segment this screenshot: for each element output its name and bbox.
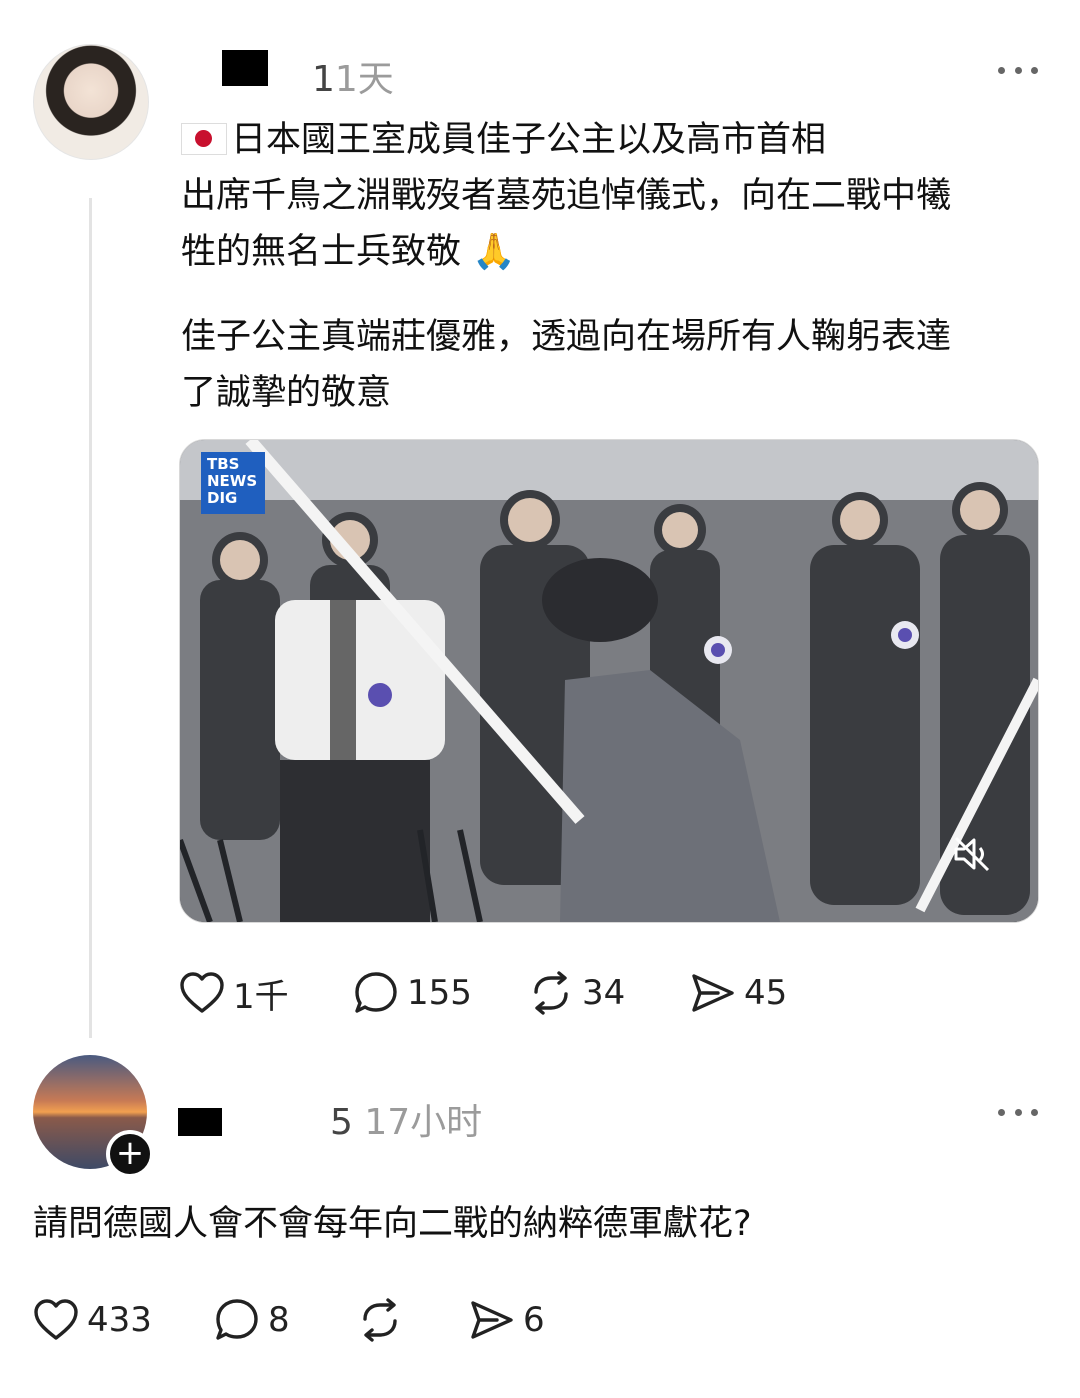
- post-text-line-2: 出席千鳥之淵戰歿者墓苑追悼儀式，向在二戰中犧: [181, 176, 952, 216]
- post-time-value: 1天: [334, 59, 394, 100]
- redacted-username: [222, 50, 268, 86]
- send-icon: [471, 1301, 513, 1339]
- repost-icon: [534, 971, 568, 1015]
- share-count: 45: [744, 973, 788, 1013]
- author-avatar[interactable]: [33, 44, 149, 160]
- thread-line: [89, 198, 92, 1038]
- comment-button[interactable]: 155: [353, 968, 472, 1018]
- post-text-line-3: 牲的無名士兵致敬 🙏: [181, 232, 516, 272]
- more-options-icon[interactable]: [998, 65, 1038, 75]
- like-button[interactable]: 1千: [179, 968, 289, 1018]
- post-text-line-4: 佳子公主真端莊優雅，透過向在場所有人鞠躬表達: [181, 317, 952, 357]
- share-button[interactable]: 45: [690, 968, 787, 1018]
- reply-comment-count: 8: [268, 1300, 290, 1340]
- japan-flag-icon: [181, 123, 227, 155]
- reply-like-count: 433: [87, 1300, 152, 1340]
- follow-plus-button[interactable]: +: [106, 1130, 154, 1178]
- repost-button[interactable]: 34: [528, 968, 625, 1018]
- like-count: 1千: [233, 976, 289, 1017]
- comment-bubble-icon: [216, 1299, 258, 1340]
- reply-text: 請問德國人會不會每年向二戰的納粹德軍獻花?: [33, 1204, 752, 1244]
- reply-time-prefix: 5: [330, 1102, 353, 1143]
- reply-time: 5 17小时: [330, 1093, 482, 1145]
- reply-comment-button[interactable]: 8: [214, 1295, 290, 1345]
- reply-repost-button[interactable]: [357, 1295, 403, 1345]
- repost-icon: [363, 1298, 397, 1342]
- post-text-line-1: 日本國王室成員佳子公主以及高市首相: [181, 112, 826, 168]
- comment-bubble-icon: [355, 972, 397, 1013]
- post-time: 11天: [312, 50, 394, 102]
- post-text-line-1-content: 日本國王室成員佳子公主以及高市首相: [231, 120, 827, 160]
- heart-icon: [180, 972, 224, 1013]
- tbs-news-logo: TBS NEWS DIG: [201, 452, 265, 514]
- heart-icon: [34, 1299, 78, 1340]
- post-video[interactable]: TBS NEWS DIG: [179, 439, 1039, 923]
- mute-icon[interactable]: [952, 836, 992, 872]
- reply-like-button[interactable]: 433: [33, 1295, 152, 1345]
- video-frame: [180, 440, 1038, 922]
- send-icon: [692, 974, 734, 1012]
- post-text-line-5: 了誠摯的敬意: [181, 373, 392, 413]
- reply-more-options-icon[interactable]: [998, 1107, 1038, 1117]
- redacted-reply-username: [178, 1108, 222, 1136]
- reply-share-count: 6: [523, 1300, 545, 1340]
- reply-time-value: 17小时: [364, 1102, 483, 1143]
- reply-share-button[interactable]: 6: [469, 1295, 545, 1345]
- repost-count: 34: [582, 973, 626, 1013]
- comment-count: 155: [407, 973, 472, 1013]
- post-time-prefix: 1: [312, 59, 335, 100]
